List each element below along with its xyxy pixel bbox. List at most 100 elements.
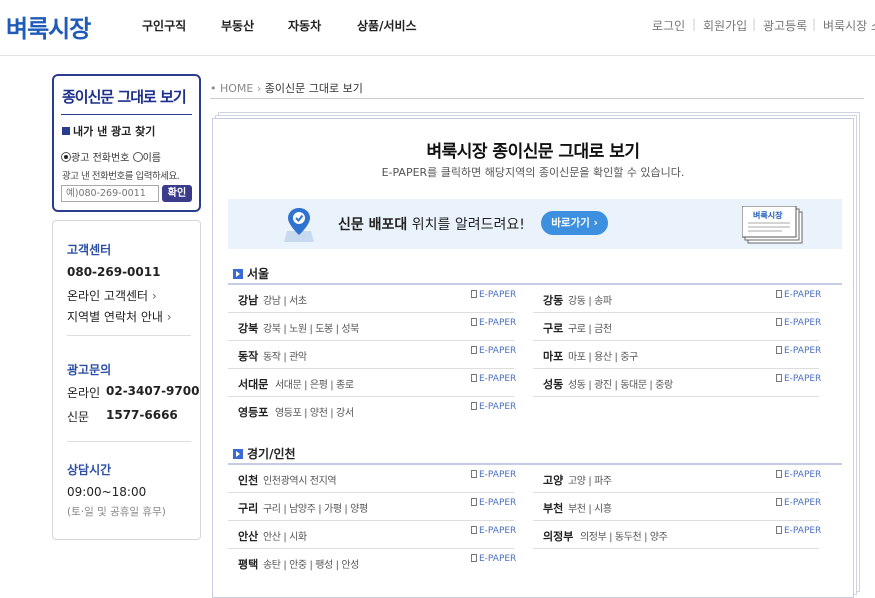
radio-phone-label: 광고 전화번호 (71, 153, 130, 164)
epaper-label: E-PAPER (784, 346, 822, 356)
list-item[interactable]: 서대문 서대문 | 은평 | 종로 E-PAPER (228, 373, 516, 397)
document-icon (471, 290, 477, 298)
search-type-radios: 광고 전화번호 이름 (61, 149, 161, 164)
epaper-link[interactable]: E-PAPER (471, 374, 516, 384)
epaper-link[interactable]: E-PAPER (776, 470, 821, 480)
newspaper-icon-label: 벼룩시장 (753, 211, 783, 220)
ad-paper-label: 신문 (67, 410, 90, 424)
ad-paper-phone: 1577-6666 (106, 408, 178, 422)
title-underline (61, 114, 192, 115)
list-item[interactable]: 강북 강북 | 노원 | 도봉 | 성북 E-PAPER (228, 317, 516, 341)
region-name: 평택 (238, 558, 259, 571)
nav-item-cars[interactable]: 자동차 (288, 17, 321, 34)
epaper-link[interactable]: E-PAPER (471, 470, 516, 480)
region-areas: 안산 | 시화 (263, 532, 307, 543)
region-label: 서울 (247, 267, 270, 281)
list-item[interactable]: 강동 강동 | 송파 E-PAPER (533, 289, 821, 313)
epaper-link[interactable]: E-PAPER (471, 318, 516, 328)
epaper-link[interactable]: E-PAPER (776, 318, 821, 328)
document-icon (471, 498, 477, 506)
epaper-link[interactable]: E-PAPER (776, 526, 821, 536)
epaper-link[interactable]: E-PAPER (471, 554, 516, 564)
row-divider (228, 520, 514, 521)
document-icon (471, 346, 477, 354)
row-divider (533, 520, 819, 521)
flea-market-link[interactable]: 벼룩시장 소 (823, 17, 875, 34)
go-button[interactable]: 바로가기 › (541, 211, 608, 235)
signup-link[interactable]: 회원가입 (703, 17, 747, 34)
online-cs-link[interactable]: 온라인 고객센터 › (67, 287, 157, 304)
phone-input[interactable] (61, 185, 159, 202)
list-item[interactable]: 평택 송탄 | 안중 | 팽성 | 안성 E-PAPER (228, 553, 516, 573)
list-item[interactable]: 안산 안산 | 시화 E-PAPER (228, 525, 516, 549)
epaper-label: E-PAPER (784, 526, 822, 536)
list-item[interactable]: 부천 부천 | 시흥 E-PAPER (533, 497, 821, 521)
row-divider (533, 548, 819, 549)
nav-item-jobs[interactable]: 구인구직 (142, 17, 186, 34)
location-pin-icon (284, 208, 314, 242)
epaper-link[interactable]: E-PAPER (471, 526, 516, 536)
list-item[interactable]: 구리 구리 | 남양주 | 가평 | 양평 E-PAPER (228, 497, 516, 521)
region-areas: 인천광역시 전지역 (263, 476, 337, 487)
list-item[interactable]: 고양 고양 | 파주 E-PAPER (533, 469, 821, 493)
breadcrumb-home[interactable]: • HOME (210, 82, 253, 95)
list-item[interactable]: 의정부 의정부 | 동두천 | 양주 E-PAPER (533, 525, 821, 549)
distribution-banner[interactable]: 신문 배포대 위치를 알려드려요! 바로가기 › 벼룩시장 (228, 199, 842, 249)
epaper-link[interactable]: E-PAPER (776, 498, 821, 508)
epaper-label: E-PAPER (479, 374, 517, 384)
document-icon (776, 526, 782, 534)
list-item[interactable]: 강남 강남 | 서초 E-PAPER (228, 289, 516, 313)
epaper-link[interactable]: E-PAPER (471, 346, 516, 356)
epaper-link[interactable]: E-PAPER (471, 402, 516, 412)
region-name: 인천 (238, 474, 259, 487)
nav-item-goods[interactable]: 상품/서비스 (357, 17, 417, 34)
region-divider (228, 283, 842, 285)
region-name: 고양 (543, 474, 564, 487)
region-areas: 성동 | 광진 | 동대문 | 중랑 (568, 380, 673, 391)
region-name: 동작 (238, 350, 259, 363)
list-item[interactable]: 동작 동작 | 관악 E-PAPER (228, 345, 516, 369)
region-areas: 송탄 | 안중 | 팽성 | 안성 (263, 560, 359, 571)
region-name: 구로 (543, 322, 564, 335)
list-item[interactable]: 마포 마포 | 용산 | 중구 E-PAPER (533, 345, 821, 369)
util-divider: | (692, 17, 697, 31)
region-divider (228, 463, 842, 465)
cs-phone: 080-269-0011 (67, 265, 161, 279)
epaper-panel: 벼룩시장 종이신문 그대로 보기 E-PAPER를 클릭하면 해당지역의 종이신… (212, 118, 854, 598)
breadcrumb-home-label: HOME (220, 82, 254, 95)
radio-name-label: 이름 (142, 153, 161, 164)
radio-phone[interactable] (61, 152, 71, 162)
list-item[interactable]: 영등포 영등포 | 양천 | 강서 E-PAPER (228, 401, 516, 421)
list-item[interactable]: 인천 인천광역시 전지역 E-PAPER (228, 469, 516, 493)
epaper-link[interactable]: E-PAPER (471, 290, 516, 300)
row-divider (228, 368, 514, 369)
confirm-button[interactable]: 확인 (162, 185, 192, 202)
regional-contact-label: 지역별 연락처 안내 (67, 310, 163, 324)
nav-item-realestate[interactable]: 부동산 (221, 17, 254, 34)
row-divider (533, 340, 819, 341)
section-divider (67, 441, 191, 442)
banner-text: 신문 배포대 위치를 알려드려요! (338, 214, 525, 234)
epaper-link[interactable]: E-PAPER (471, 498, 516, 508)
radio-name[interactable] (132, 152, 143, 162)
region-name: 영등포 (238, 406, 269, 419)
epaper-link[interactable]: E-PAPER (776, 290, 821, 300)
customer-service-box: 고객센터 080-269-0011 온라인 고객센터 › 지역별 연락처 안내 … (52, 220, 201, 540)
epaper-link[interactable]: E-PAPER (776, 346, 821, 356)
ad-register-link[interactable]: 광고등록 (763, 17, 807, 34)
epaper-link[interactable]: E-PAPER (776, 374, 821, 384)
row-divider (533, 312, 819, 313)
epaper-label: E-PAPER (479, 346, 517, 356)
epaper-label: E-PAPER (479, 470, 517, 480)
regional-contact-link[interactable]: 지역별 연락처 안내 › (67, 308, 172, 325)
epaper-label: E-PAPER (784, 470, 822, 480)
region-areas: 강남 | 서초 (263, 296, 307, 307)
find-ad-heading: 내가 낸 광고 찾기 (62, 123, 155, 139)
list-item[interactable]: 구로 구로 | 금천 E-PAPER (533, 317, 821, 341)
header-divider (0, 55, 875, 56)
login-link[interactable]: 로그인 (652, 17, 685, 34)
list-item[interactable]: 성동 성동 | 광진 | 동대문 | 중랑 E-PAPER (533, 373, 821, 397)
site-logo[interactable]: 벼룩시장 (6, 9, 91, 44)
region-name: 의정부 (543, 530, 574, 543)
row-divider (228, 548, 514, 549)
